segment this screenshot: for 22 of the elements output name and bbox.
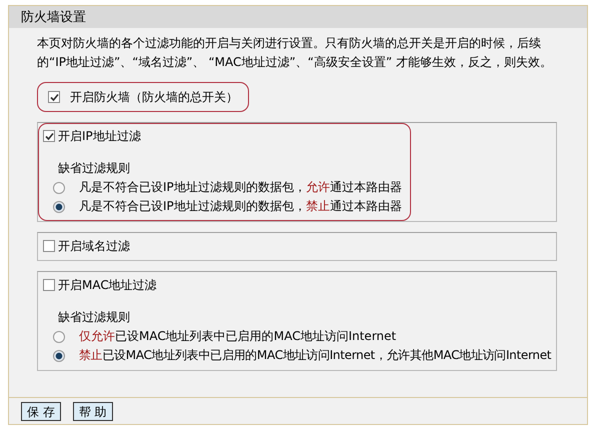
radio-button[interactable]	[53, 330, 65, 342]
checkbox-label: 开启IP地址过滤	[58, 128, 141, 145]
help-button[interactable]: 帮 助	[72, 402, 113, 420]
checkbox[interactable]	[43, 279, 55, 291]
option-text: 凡是不符合已设IP地址过滤规则的数据包，允许通过本路由器	[79, 179, 402, 196]
checkbox-label: 开启MAC地址过滤	[58, 277, 157, 294]
checkbox[interactable]	[48, 91, 60, 103]
option-text: 禁止已设MAC地址列表中已启用的MAC地址访问Internet，允许其他MAC地址访问Internet	[79, 347, 552, 364]
option-text: 仅允许已设MAC地址列表中已启用的MAC地址访问Internet	[79, 328, 396, 345]
description-text: 本页对防火墙的各个过滤功能的开启与关闭进行设置。只有防火墙的总开关是开启的时候，后续的“IP地址过滤”、“域名过滤”、 “MAC地址过滤”、“高级安全设置” 才能够生效，反之，则失效。	[37, 35, 553, 71]
save-button[interactable]: 保 存	[21, 402, 61, 420]
rule-title: 缺省过滤规则	[58, 309, 130, 325]
checkbox[interactable]	[43, 240, 55, 252]
radio-button[interactable]	[53, 182, 65, 194]
option-text: 凡是不符合已设IP地址过滤规则的数据包，禁止通过本路由器	[79, 198, 402, 215]
checkbox-label: 开启防火墙（防火墙的总开关）	[70, 89, 238, 106]
radio-button[interactable]	[53, 200, 65, 212]
radio-button[interactable]	[53, 350, 65, 362]
rule-title: 缺省过滤规则	[58, 160, 130, 176]
checkbox[interactable]	[43, 130, 55, 142]
checkbox-label: 开启域名过滤	[58, 238, 130, 255]
panel-title: 防火墙设置	[9, 6, 587, 28]
